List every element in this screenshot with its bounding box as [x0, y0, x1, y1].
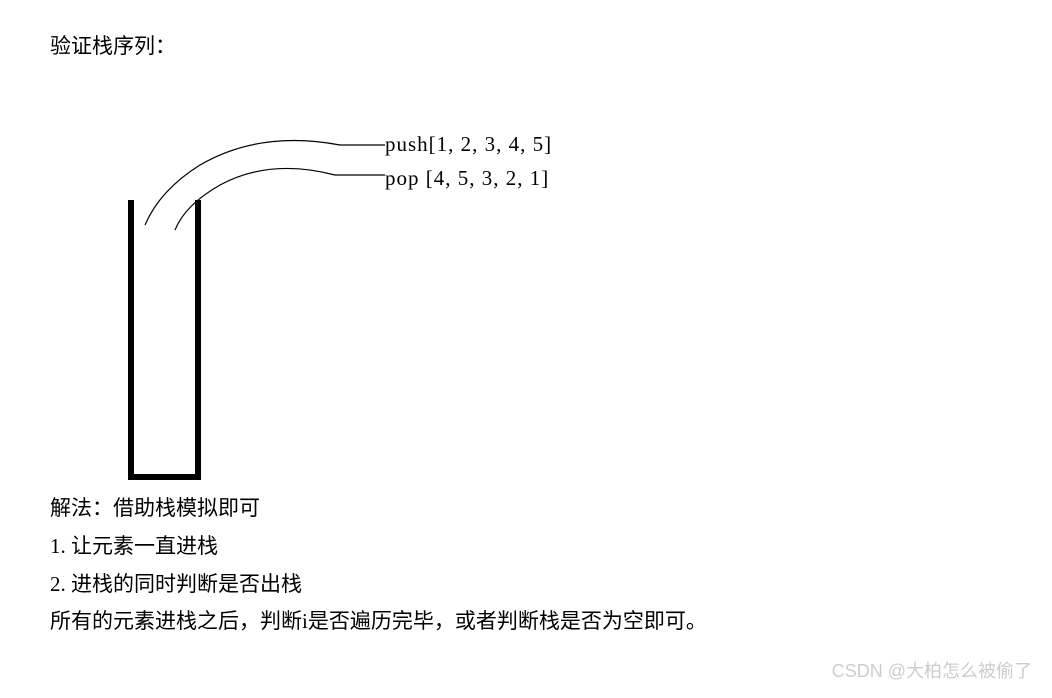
solution-text: 解法：借助栈模拟即可 1. 让元素一直进栈 2. 进栈的同时判断是否出栈 所有的… — [50, 490, 1002, 641]
pop-arrow-curve — [170, 160, 390, 240]
solution-step-2: 2. 进栈的同时判断是否出栈 — [50, 566, 1002, 604]
watermark-text: CSDN @大柏怎么被偷了 — [832, 657, 1032, 683]
solution-step-1: 1. 让元素一直进栈 — [50, 528, 1002, 566]
diagram-title: 验证栈序列： — [50, 30, 1002, 60]
stack-shape — [128, 200, 201, 480]
stack-diagram: push[1, 2, 3, 4, 5] pop [4, 5, 3, 2, 1] — [50, 70, 750, 480]
stack-container — [128, 200, 201, 480]
pop-sequence-label: pop [4, 5, 3, 2, 1] — [385, 166, 549, 191]
solution-heading: 解法：借助栈模拟即可 — [50, 490, 1002, 528]
solution-conclusion: 所有的元素进栈之后，判断i是否遍历完毕，或者判断栈是否为空即可。 — [50, 603, 1002, 641]
push-sequence-label: push[1, 2, 3, 4, 5] — [385, 132, 552, 157]
